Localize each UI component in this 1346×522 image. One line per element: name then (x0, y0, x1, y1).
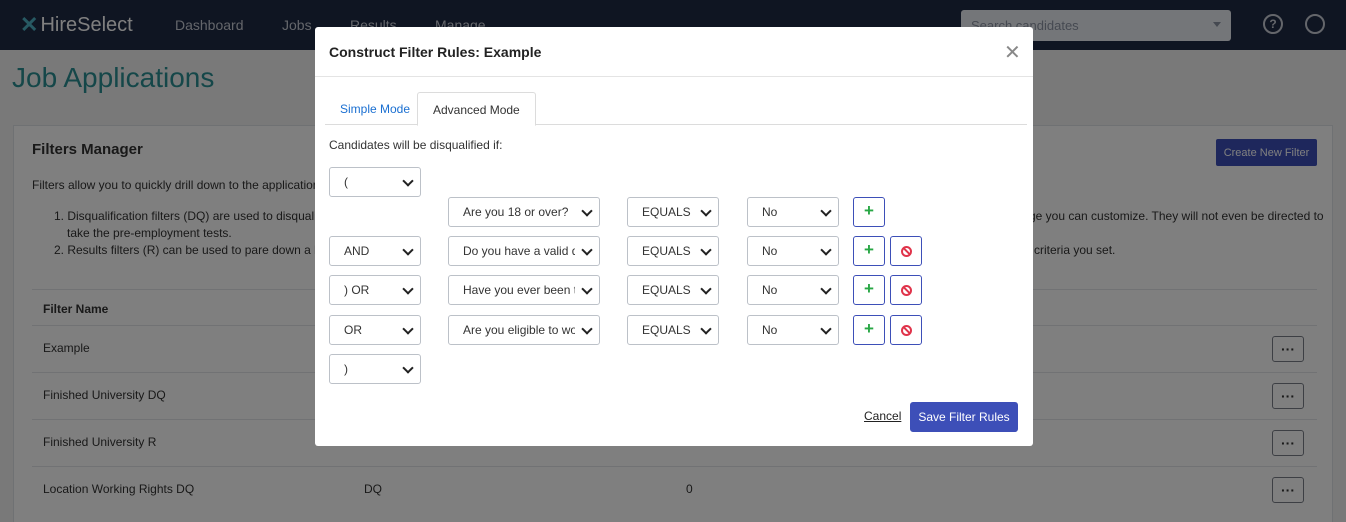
add-rule-button[interactable]: + (853, 197, 885, 227)
question-select[interactable]: Are you 18 or over? (448, 197, 600, 227)
value-select[interactable]: No (747, 197, 839, 227)
tab-simple-mode[interactable]: Simple Mode (325, 92, 425, 126)
logic-select-open-paren[interactable]: ( (329, 167, 421, 197)
logic-select[interactable]: ) OR (329, 275, 421, 305)
chevron-down-icon (582, 285, 591, 294)
remove-rule-button[interactable] (890, 275, 922, 305)
chevron-down-icon (701, 246, 710, 255)
operator-select[interactable]: EQUALS (627, 236, 719, 266)
ban-icon (901, 285, 912, 296)
chevron-down-icon (582, 325, 591, 334)
filter-rules-modal: Construct Filter Rules: Example ✕ Simple… (315, 27, 1033, 446)
chevron-down-icon (403, 177, 412, 186)
chevron-down-icon (821, 207, 830, 216)
add-rule-button[interactable]: + (853, 236, 885, 266)
add-rule-button[interactable]: + (853, 315, 885, 345)
chevron-down-icon (403, 325, 412, 334)
value-select[interactable]: No (747, 315, 839, 345)
modal-title: Construct Filter Rules: Example (329, 44, 542, 60)
question-select[interactable]: Do you have a valid driver's licence? (448, 236, 600, 266)
value-select[interactable]: No (747, 236, 839, 266)
chevron-down-icon (403, 285, 412, 294)
logic-select-close-paren[interactable]: ) (329, 354, 421, 384)
question-select[interactable]: Have you ever been to (448, 275, 600, 305)
remove-rule-button[interactable] (890, 236, 922, 266)
chevron-down-icon (821, 285, 830, 294)
logic-select[interactable]: AND (329, 236, 421, 266)
close-icon[interactable]: ✕ (1004, 40, 1021, 65)
chevron-down-icon (701, 285, 710, 294)
chevron-down-icon (403, 246, 412, 255)
chevron-down-icon (821, 246, 830, 255)
chevron-down-icon (403, 364, 412, 373)
operator-select[interactable]: EQUALS (627, 275, 719, 305)
tab-advanced-mode[interactable]: Advanced Mode (417, 92, 536, 126)
cancel-link[interactable]: Cancel (864, 409, 901, 423)
chevron-down-icon (701, 325, 710, 334)
operator-select[interactable]: EQUALS (627, 315, 719, 345)
question-select[interactable]: Are you eligible to work (448, 315, 600, 345)
logic-select[interactable]: OR (329, 315, 421, 345)
operator-select[interactable]: EQUALS (627, 197, 719, 227)
chevron-down-icon (582, 207, 591, 216)
save-filter-rules-button[interactable]: Save Filter Rules (910, 402, 1018, 432)
modal-header: Construct Filter Rules: Example ✕ (315, 27, 1033, 77)
value-select[interactable]: No (747, 275, 839, 305)
chevron-down-icon (582, 246, 591, 255)
add-rule-button[interactable]: + (853, 275, 885, 305)
remove-rule-button[interactable] (890, 315, 922, 345)
mode-tabs: Simple Mode Advanced Mode (325, 92, 1027, 126)
ban-icon (901, 246, 912, 257)
chevron-down-icon (821, 325, 830, 334)
rules-intro: Candidates will be disqualified if: (329, 138, 503, 152)
chevron-down-icon (701, 207, 710, 216)
ban-icon (901, 325, 912, 336)
